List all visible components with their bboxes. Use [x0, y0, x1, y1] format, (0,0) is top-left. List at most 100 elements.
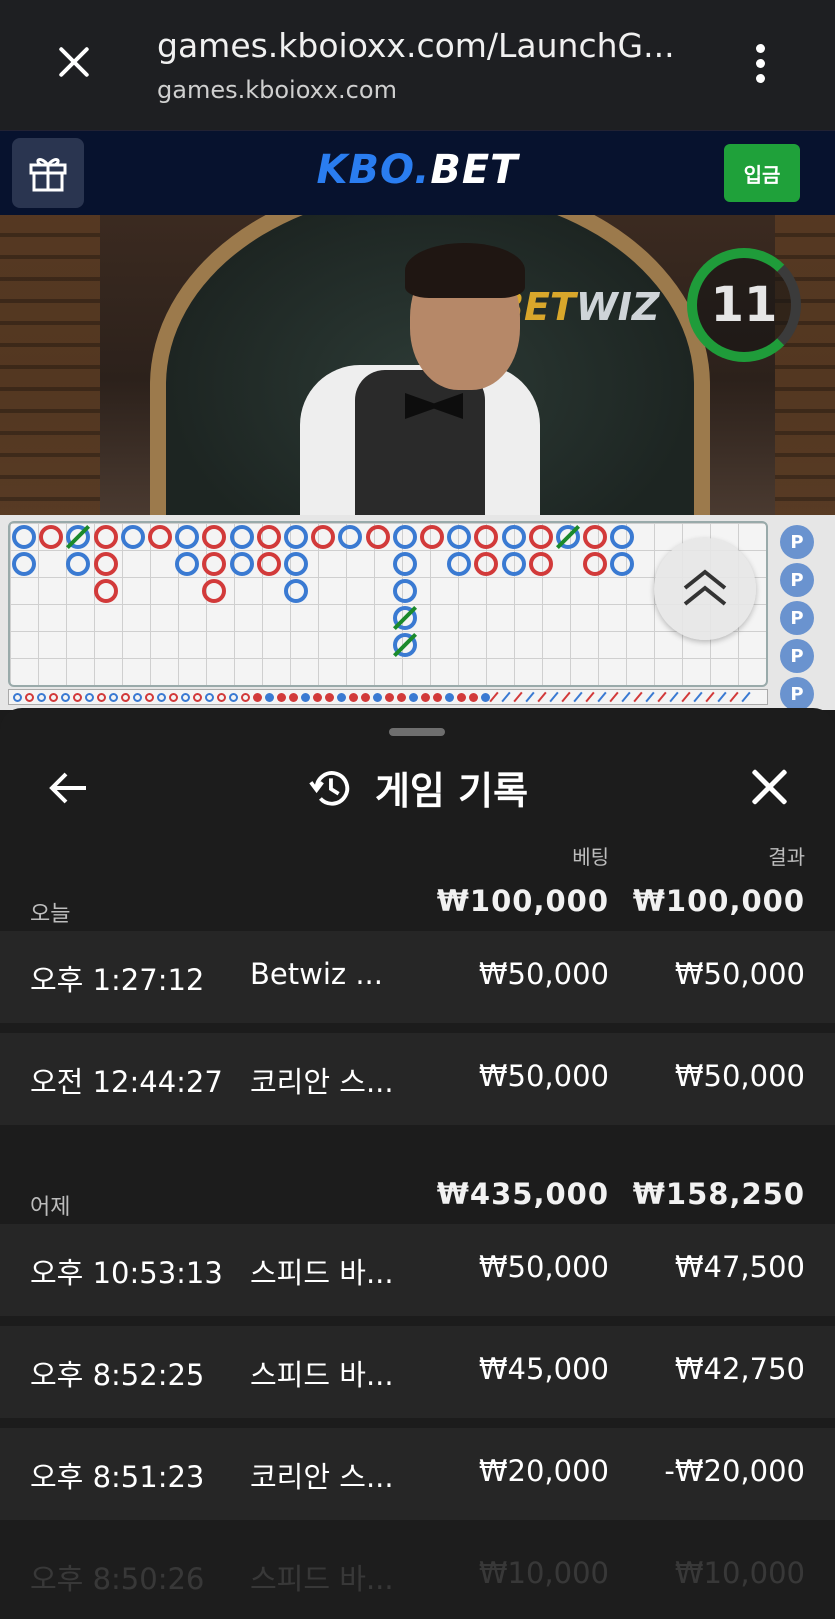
derived-road-mark	[337, 693, 346, 702]
player-prediction-chip[interactable]: P	[780, 639, 814, 673]
column-header-result: 결과	[768, 845, 805, 869]
url-title[interactable]: games.kboioxx.com/LaunchG...	[157, 26, 675, 65]
derived-road-mark	[561, 691, 571, 703]
derived-road-mark	[609, 691, 619, 703]
derived-road-mark	[25, 693, 34, 702]
banker-bead	[93, 552, 118, 576]
derived-road-mark	[97, 693, 106, 702]
game-history-sheet: 게임 기록 베팅 결과 오늘 ₩100,000 ₩100,000 오후 1:27…	[0, 708, 835, 1619]
entry-result: ₩42,750	[674, 1352, 805, 1386]
wood-panel-left	[0, 215, 100, 515]
collapse-button[interactable]	[654, 538, 756, 640]
derived-road-mark	[585, 691, 595, 703]
url-host: games.kboioxx.com	[157, 76, 397, 104]
date-group-header: 오늘 ₩100,000 ₩100,000	[0, 876, 835, 936]
derived-road-mark	[301, 693, 310, 702]
entry-result: ₩50,000	[674, 1059, 805, 1093]
site-logo[interactable]: KBO.BET	[0, 147, 835, 193]
banker-bead	[256, 525, 281, 549]
player-prediction-chip[interactable]: P	[780, 525, 814, 559]
entry-game: 코리안 스...	[250, 1065, 394, 1099]
history-row[interactable]: 오후 8:52:25 스피드 바... ₩45,000 ₩42,750	[0, 1326, 835, 1418]
player-prediction-chip[interactable]: P	[780, 601, 814, 635]
entry-time: 오후 8:51:23	[30, 1460, 205, 1494]
derived-road-mark	[241, 693, 250, 702]
wood-panel-right	[775, 215, 835, 515]
history-row[interactable]: 오전 12:44:27 코리안 스... ₩50,000 ₩50,000	[0, 1033, 835, 1125]
player-bead	[392, 552, 417, 576]
group-bet-total: ₩100,000	[436, 884, 609, 918]
history-row[interactable]: 오후 10:53:13 스피드 바... ₩50,000 ₩47,500	[0, 1224, 835, 1316]
derived-road-mark	[145, 693, 154, 702]
banker-bead	[202, 579, 227, 603]
derived-road-mark	[645, 691, 655, 703]
player-prediction-chip[interactable]: P	[780, 677, 814, 711]
kebab-menu-icon[interactable]	[752, 44, 768, 88]
player-bead	[120, 525, 145, 549]
derived-road-mark	[61, 693, 70, 702]
entry-bet: ₩50,000	[478, 957, 609, 991]
derived-road-mark	[157, 693, 166, 702]
player-bead	[284, 552, 308, 576]
player-bead	[284, 579, 308, 603]
derived-road-mark	[169, 693, 178, 702]
banker-bead	[202, 552, 227, 576]
entry-game: 스피드 바...	[250, 1358, 394, 1392]
player-bead	[12, 525, 36, 549]
entry-game: 스피드 바...	[250, 1562, 394, 1596]
derived-road-mark	[717, 691, 727, 703]
deposit-button[interactable]: 입금	[724, 144, 800, 202]
derived-road-mark	[705, 691, 715, 703]
history-row[interactable]: 오후 1:27:12 Betwiz ... ₩50,000 ₩50,000	[0, 931, 835, 1023]
derived-road-mark	[597, 691, 607, 703]
drag-handle[interactable]	[389, 728, 445, 736]
banker-bead	[420, 525, 444, 549]
group-bet-total: ₩435,000	[436, 1177, 609, 1211]
derived-road-mark	[109, 693, 118, 702]
group-result-total: ₩100,000	[632, 884, 805, 918]
derived-road-mark	[193, 693, 202, 702]
banker-bead	[365, 525, 390, 549]
dealer-hair	[405, 243, 525, 298]
sheet-header: 게임 기록	[0, 760, 835, 815]
dealer-vest	[355, 370, 485, 515]
entry-time: 오후 10:53:13	[30, 1256, 223, 1290]
banker-bead	[474, 552, 499, 576]
derived-road-mark	[205, 693, 214, 702]
entry-game: 스피드 바...	[250, 1256, 394, 1290]
derived-road-mark	[85, 693, 94, 702]
player-bead	[610, 552, 635, 576]
derived-road-mark	[421, 693, 430, 702]
derived-road-mark	[253, 693, 262, 702]
derived-road-mark	[265, 693, 274, 702]
site-header: KBO.BET 입금	[0, 130, 835, 215]
player-bead	[175, 525, 200, 549]
derived-road-mark	[513, 691, 523, 703]
close-icon[interactable]	[746, 764, 792, 810]
derived-road-mark	[621, 691, 631, 703]
countdown-timer: 11	[687, 248, 801, 362]
history-row[interactable]: 오후 8:50:26 스피드 바... ₩10,000 ₩10,000	[0, 1530, 835, 1619]
derived-road-mark	[681, 691, 691, 703]
derived-road-mark	[537, 691, 547, 703]
player-bead	[447, 525, 472, 549]
player-bead	[229, 525, 254, 549]
derived-road-mark	[409, 693, 418, 702]
close-icon[interactable]	[48, 40, 100, 92]
banker-bead	[474, 525, 499, 549]
history-row[interactable]: 오후 8:51:23 코리안 스... ₩20,000 -₩20,000	[0, 1428, 835, 1520]
entry-bet: ₩50,000	[478, 1250, 609, 1284]
banker-bead	[39, 525, 64, 549]
derived-road-mark	[457, 693, 466, 702]
derived-road-mark	[277, 693, 286, 702]
derived-road-mark	[693, 691, 703, 703]
date-group-label: 어제	[30, 1195, 71, 1220]
entry-game: Betwiz ...	[250, 957, 383, 991]
player-prediction-chip[interactable]: P	[780, 563, 814, 597]
player-bead	[447, 552, 472, 576]
derived-road-mark	[445, 693, 454, 702]
derived-road-mark	[741, 691, 751, 703]
derived-road-mark	[549, 691, 559, 703]
derived-road-mark	[37, 693, 46, 702]
entry-bet: ₩10,000	[478, 1556, 609, 1590]
